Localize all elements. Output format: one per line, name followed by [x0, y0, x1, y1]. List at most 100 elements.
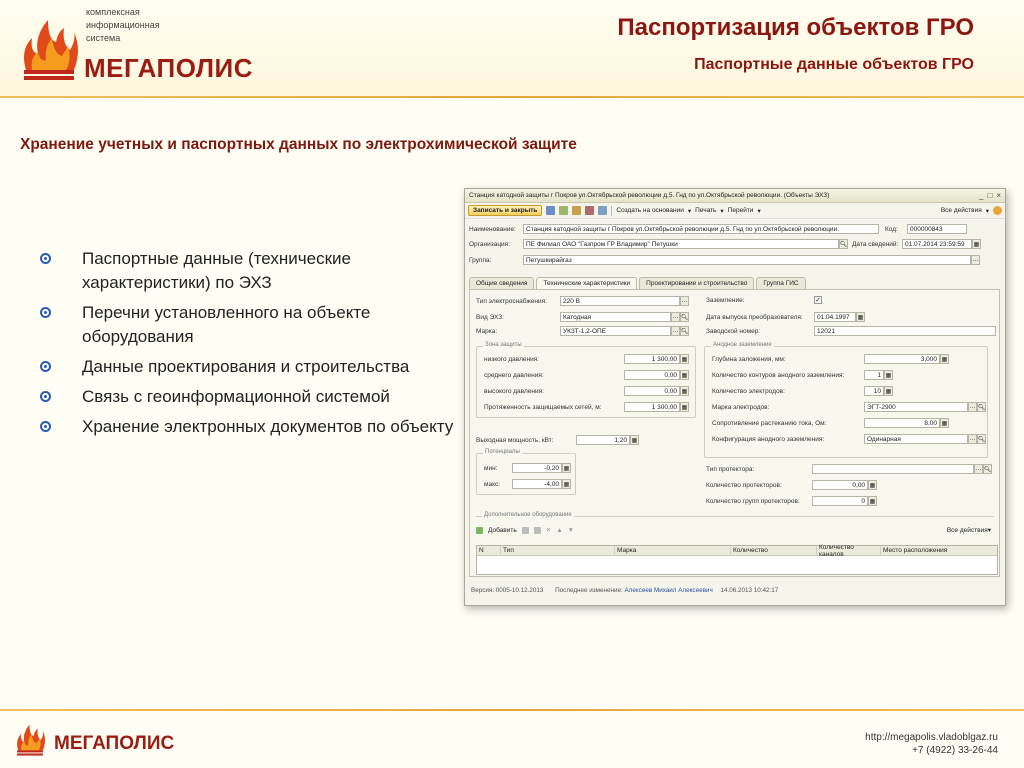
toolbar-separator	[611, 205, 613, 216]
calculator-icon[interactable]: ▦	[630, 435, 639, 445]
bullet-item: Данные проектирования и строительства	[38, 355, 463, 379]
copy-icon[interactable]	[521, 526, 529, 534]
all-actions-menu[interactable]: Все действия	[941, 207, 982, 214]
select-icon[interactable]: …	[968, 434, 977, 444]
calculator-icon[interactable]: ▦	[884, 386, 893, 396]
extra-toolbar: Добавить ✕ ▲ ▼	[476, 526, 574, 534]
calendar-icon[interactable]: ▦	[856, 312, 865, 322]
serial-field[interactable]: 12021	[814, 326, 996, 336]
equipment-table[interactable]: N Тип Марка Количество Количество канало…	[476, 544, 998, 575]
column-header[interactable]: Место расположения	[881, 546, 997, 556]
org-field[interactable]: ПЕ Филиал ОАО "Газпром ГР Владимир" Пету…	[523, 239, 839, 249]
copy-icon[interactable]	[572, 206, 582, 215]
calendar-icon[interactable]: ▦	[972, 239, 981, 249]
length-field[interactable]: 1 300,00	[624, 402, 680, 412]
column-header[interactable]: N	[477, 545, 501, 556]
move-up-icon[interactable]: ▲	[556, 527, 562, 534]
name-field[interactable]: Станция катодной защиты г Покров ул.Октя…	[523, 224, 879, 234]
edit-icon[interactable]	[533, 526, 541, 534]
select-icon[interactable]: …	[974, 464, 983, 474]
tab-technical[interactable]: Технические характеристики	[536, 277, 638, 289]
column-header[interactable]: Количество	[731, 545, 817, 556]
select-icon[interactable]: …	[680, 296, 689, 306]
maximize-button[interactable]: □	[987, 191, 992, 200]
search-icon[interactable]: 🔍︎	[680, 326, 689, 336]
ecp-type-row: Вид ЭХЗ: Катодная … 🔍︎	[476, 312, 689, 322]
create-based-menu[interactable]: Создать на основании	[616, 207, 683, 214]
date-field[interactable]: 01.07.2014 23:59:59	[902, 239, 972, 249]
save-icon[interactable]	[546, 206, 556, 215]
chevron-down-icon: ▾	[757, 207, 761, 215]
search-icon[interactable]: 🔍︎	[983, 464, 992, 474]
calculator-icon[interactable]: ▦	[940, 354, 949, 364]
delete-icon[interactable]	[585, 206, 595, 215]
low-pressure-field[interactable]: 1 300,00	[624, 354, 680, 364]
all-actions-menu[interactable]: Все действия	[947, 527, 988, 534]
protector-count-field[interactable]: 0,00	[812, 480, 868, 490]
high-pressure-field[interactable]: 0,00	[624, 386, 680, 396]
move-down-icon[interactable]: ▼	[568, 527, 574, 534]
group-field[interactable]: Петушкирайгаз	[523, 255, 971, 265]
tab-design[interactable]: Проектирование и строительство	[639, 277, 755, 289]
power-type-field[interactable]: 220 В	[560, 296, 680, 306]
select-icon[interactable]: …	[671, 326, 680, 336]
add-icon[interactable]	[476, 526, 483, 534]
calculator-icon[interactable]: ▦	[868, 480, 877, 490]
circuits-field[interactable]: 1	[864, 370, 884, 380]
last-change-user-link[interactable]: Алексеев Михаил Алексеевич	[625, 587, 713, 594]
search-icon[interactable]: 🔍︎	[977, 434, 986, 444]
out-power-field[interactable]: 1,20	[576, 435, 630, 445]
column-header[interactable]: Количество каналов	[817, 544, 881, 558]
footer-url[interactable]: http://megapolis.vladoblgaz.ru	[865, 731, 998, 744]
ecp-type-field[interactable]: Катодная	[560, 312, 671, 322]
tab-general[interactable]: Общие сведения	[469, 277, 535, 289]
help-icon[interactable]	[993, 206, 1002, 215]
select-icon[interactable]: …	[671, 312, 680, 322]
calculator-icon[interactable]: ▦	[680, 354, 689, 364]
search-icon[interactable]: 🔍︎	[977, 402, 986, 412]
goto-menu[interactable]: Перейти	[728, 207, 754, 214]
electrodes-count-field[interactable]: 10	[864, 386, 884, 396]
anode-config-field[interactable]: Одинарная	[864, 434, 968, 444]
code-field[interactable]: 000000843	[907, 224, 967, 234]
page-title: Паспортизация объектов ГРО	[617, 14, 974, 41]
add-button[interactable]: Добавить	[488, 527, 517, 534]
protector-type-field[interactable]	[812, 464, 974, 474]
calculator-icon[interactable]: ▦	[562, 479, 571, 489]
grounding-checkbox[interactable]: ✓	[814, 296, 822, 304]
select-icon[interactable]: …	[971, 255, 980, 265]
print-menu[interactable]: Печать	[695, 207, 716, 214]
calculator-icon[interactable]: ▦	[868, 496, 877, 506]
resistance-field[interactable]: 8,00	[864, 418, 940, 428]
delete-icon[interactable]: ✕	[546, 526, 551, 534]
calculator-icon[interactable]: ▦	[680, 402, 689, 412]
calculator-icon[interactable]: ▦	[680, 386, 689, 396]
depth-field[interactable]: 3,000	[864, 354, 940, 364]
search-icon[interactable]: 🔍︎	[680, 312, 689, 322]
out-power-row: Выходная мощность, кВт: 1,20 ▦	[476, 435, 639, 445]
attach-icon[interactable]	[598, 206, 608, 215]
mid-pressure-field[interactable]: 0,00	[624, 370, 680, 380]
protector-groups-field[interactable]: 0	[812, 496, 868, 506]
close-button[interactable]: ×	[996, 191, 1001, 200]
min-potential-field[interactable]: -0,20	[512, 463, 562, 473]
select-icon[interactable]: …	[968, 402, 977, 412]
save-close-button[interactable]: Записать и закрыть	[468, 205, 543, 216]
release-date-field[interactable]: 01.04.1997	[814, 312, 856, 322]
release-date-row: Дата выпуска преобразователя: 01.04.1997…	[706, 312, 865, 322]
electrode-brand-field[interactable]: ЭГТ-2900	[864, 402, 968, 412]
calculator-icon[interactable]: ▦	[940, 418, 949, 428]
column-header[interactable]: Марка	[615, 545, 731, 556]
calculator-icon[interactable]: ▦	[680, 370, 689, 380]
chevron-down-icon: ▾	[720, 207, 724, 215]
header-divider	[0, 96, 1024, 98]
minimize-button[interactable]: _	[979, 191, 983, 200]
calculator-icon[interactable]: ▦	[562, 463, 571, 473]
calculator-icon[interactable]: ▦	[884, 370, 893, 380]
tab-gis[interactable]: Группа ГИС	[756, 277, 806, 289]
post-icon[interactable]	[559, 206, 569, 215]
max-potential-field[interactable]: -4,00	[512, 479, 562, 489]
column-header[interactable]: Тип	[501, 545, 615, 556]
search-icon[interactable]: 🔍︎	[839, 239, 848, 249]
brand-field[interactable]: УКЗТ-1,2-ОПЕ	[560, 326, 671, 336]
